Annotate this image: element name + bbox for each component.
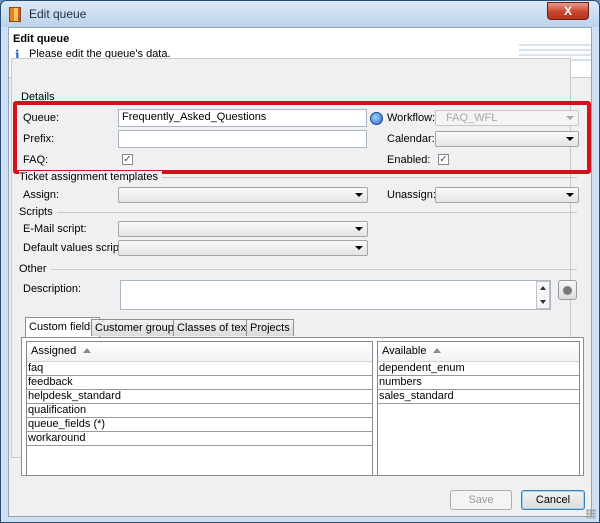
list-item[interactable]: helpdesk_standard	[27, 390, 372, 404]
cancel-button[interactable]: Cancel	[521, 490, 585, 510]
chevron-down-icon	[355, 246, 363, 250]
other-divider	[47, 269, 577, 270]
tab-customer-groups[interactable]: Customer groups	[91, 319, 184, 336]
email-script-label: E-Mail script:	[23, 223, 87, 235]
scroll-down-icon[interactable]	[540, 300, 546, 304]
chevron-down-icon	[355, 227, 363, 231]
email-script-select[interactable]	[118, 221, 368, 237]
tab-projects[interactable]: Projects	[246, 319, 294, 336]
list-item[interactable]: numbers	[378, 376, 579, 390]
available-list[interactable]: Available dependent_enum numbers sales_s…	[377, 341, 580, 476]
app-icon	[9, 7, 21, 22]
other-section-title: Other	[19, 263, 51, 275]
record-icon	[563, 286, 572, 295]
list-item[interactable]: faq	[27, 362, 372, 376]
unassign-label: Unassign:	[387, 189, 436, 201]
default-values-script-label: Default values script:	[23, 242, 126, 254]
assign-select[interactable]	[118, 187, 368, 203]
header-title: Edit queue	[13, 33, 70, 45]
list-item[interactable]: feedback	[27, 376, 372, 390]
list-item[interactable]: qualification	[27, 404, 372, 418]
scroll-up-icon[interactable]	[540, 286, 546, 290]
sort-ascending-icon	[433, 348, 442, 353]
title-bar[interactable]: Edit queue X	[1, 1, 599, 27]
description-scrollbar[interactable]	[536, 281, 550, 309]
available-list-header[interactable]: Available	[378, 342, 579, 362]
tab-classes-of-text[interactable]: Classes of text	[173, 319, 254, 336]
assigned-list-header[interactable]: Assigned	[27, 342, 372, 362]
ticket-assignment-divider	[131, 177, 577, 178]
tab-custom-fields[interactable]: Custom fields	[25, 317, 100, 338]
chevron-down-icon	[355, 193, 363, 197]
window-title: Edit queue	[29, 7, 87, 21]
list-item[interactable]: queue_fields (*)	[27, 418, 372, 432]
sort-ascending-icon	[83, 348, 92, 353]
available-header-label: Available	[382, 345, 427, 357]
resize-grip[interactable]	[586, 509, 596, 519]
details-highlight-box	[13, 101, 591, 174]
scripts-divider	[53, 212, 577, 213]
edit-queue-window: Edit queue X Edit queue i Please edit th…	[0, 0, 600, 523]
unassign-select[interactable]	[435, 187, 579, 203]
ticket-assignment-section-title: Ticket assignment templates	[19, 171, 162, 183]
assign-label: Assign:	[23, 189, 60, 201]
default-values-script-select[interactable]	[118, 240, 368, 256]
assigned-header-label: Assigned	[31, 345, 77, 357]
assigned-list[interactable]: Assigned faq feedback helpdesk_standard …	[26, 341, 373, 476]
list-item[interactable]: sales_standard	[378, 390, 579, 404]
chevron-down-icon	[566, 193, 574, 197]
description-options-button[interactable]	[558, 280, 577, 300]
close-button[interactable]: X	[547, 2, 589, 20]
save-button[interactable]: Save	[450, 490, 512, 510]
scripts-section-title: Scripts	[19, 206, 57, 218]
list-item[interactable]: workaround	[27, 432, 372, 446]
description-textarea[interactable]	[120, 280, 551, 310]
list-item[interactable]: dependent_enum	[378, 362, 579, 376]
description-label: Description:	[23, 283, 82, 295]
